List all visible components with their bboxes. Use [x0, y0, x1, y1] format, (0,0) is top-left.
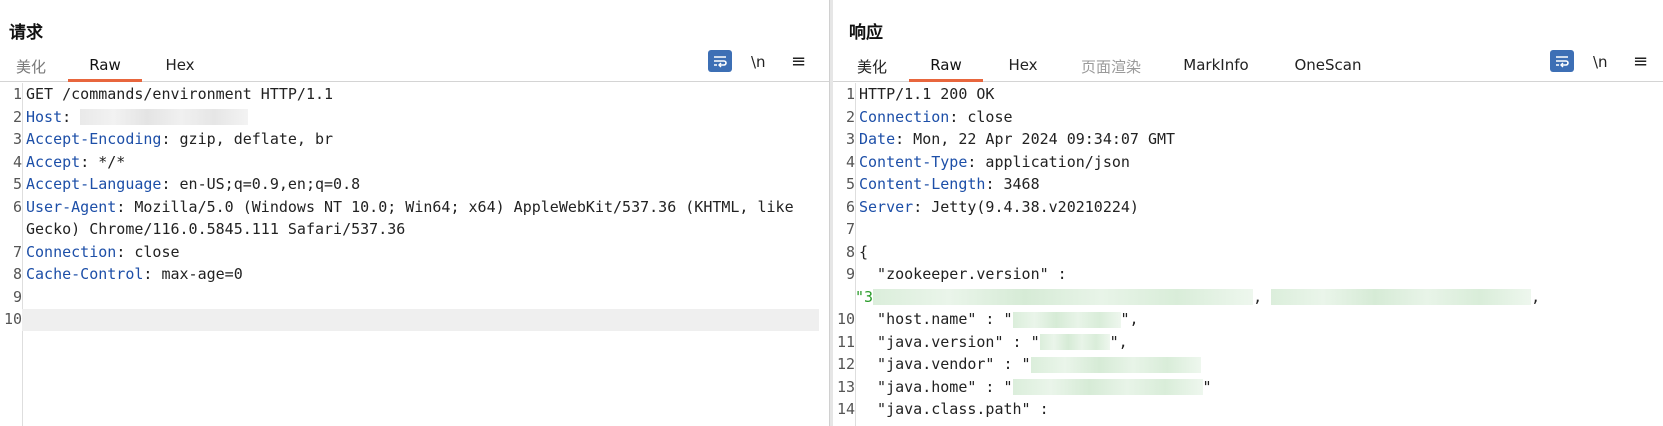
menu-icon[interactable]: ≡ [791, 50, 806, 74]
response-editor[interactable]: 1 HTTP/1.1 200 OK 2 Connection: close 3 Dat… [833, 83, 1663, 426]
code-line: 3 Date: Mon, 22 Apr 2024 09:34:07 GMT [845, 130, 1176, 148]
code-line: "3, , [855, 287, 1541, 306]
redacted-value [873, 289, 1254, 305]
request-title: 请求 [9, 23, 43, 43]
code-line: 1 HTTP/1.1 200 OK [845, 85, 995, 103]
redacted-value [1271, 289, 1532, 305]
response-title: 响应 [849, 23, 883, 43]
redacted-value [1012, 379, 1203, 395]
redacted-value [1030, 356, 1201, 373]
code-line: 6 Server: Jetty(9.4.38.v20210224) [845, 197, 1139, 216]
word-wrap-button[interactable] [708, 50, 732, 74]
code-line: 10 [3, 310, 22, 328]
word-wrap-button[interactable] [1550, 50, 1574, 74]
tab-raw[interactable]: Raw [909, 56, 983, 82]
redacted-value [1012, 311, 1121, 328]
wrap-icon [1556, 56, 1569, 68]
redacted-host [80, 109, 249, 125]
wrap-icon [714, 56, 727, 68]
newline-toggle[interactable]: \n [1593, 50, 1608, 74]
code-line: 2 Host: [0, 106, 829, 129]
response-tabs: 美化 Raw Hex 页面渲染 MarkInfo OneScan [833, 50, 1663, 82]
newline-toggle[interactable]: \n [751, 50, 766, 74]
tab-raw[interactable]: Raw [68, 56, 142, 82]
code-line: 3 Accept-Encoding: gzip, deflate, br [12, 130, 334, 148]
tab-render[interactable]: 页面渲染 [1078, 56, 1144, 82]
tab-pretty[interactable]: 美化 [14, 56, 48, 82]
request-pane: 请求 美化 Raw Hex \n ≡ 1 GET /commands/enviro… [0, 0, 829, 426]
request-tabs: 美化 Raw Hex [0, 50, 829, 82]
code-line: 7 [845, 220, 855, 238]
code-line: Gecko) Chrome/116.0.5845.111 Safari/537.… [26, 220, 406, 238]
response-pane: 响应 美化 Raw Hex 页面渲染 MarkInfo OneScan \n ≡… [833, 0, 1663, 426]
code-line: 8{ [845, 242, 869, 261]
code-line: 9 "zookeeper.version" : [845, 265, 1067, 283]
tab-pretty[interactable]: 美化 [855, 56, 889, 82]
code-line: 14 "java.class.path" : [836, 400, 1049, 418]
code-line: 7 Connection: close [12, 242, 180, 261]
menu-icon[interactable]: ≡ [1633, 50, 1648, 74]
tab-hex[interactable]: Hex [160, 56, 200, 82]
tab-onescan[interactable]: OneScan [1293, 56, 1363, 82]
code-line: 5 Content-Length: 3468 [845, 175, 1040, 193]
code-line: 6 User-Agent: Mozilla/5.0 (Windows NT 10.… [12, 197, 794, 216]
code-line: 2 Connection: close [845, 107, 1013, 126]
code-line: 13 "java.home" : " " [836, 377, 1212, 396]
tab-hex[interactable]: Hex [1003, 56, 1043, 82]
code-line: 8 Cache-Control: max-age=0 [12, 265, 243, 283]
code-line: 4 Content-Type: application/json [845, 152, 1130, 171]
code-line: 5 Accept-Language: en-US;q=0.9,en;q=0.8 [12, 175, 361, 193]
code-line: 12 "java.vendor" : " [833, 353, 1663, 376]
request-editor[interactable]: 1 GET /commands/environment HTTP/1.1 2 Hos… [0, 83, 829, 426]
code-line: 10 "host.name" : " ", [836, 310, 1139, 328]
redacted-value [1039, 334, 1110, 350]
code-line: 9 [12, 287, 22, 306]
code-line: 11 "java.version" : " ", [836, 332, 1128, 351]
code-line: 4 Accept: */* [12, 152, 126, 171]
tab-markinfo[interactable]: MarkInfo [1181, 56, 1251, 82]
code-line: 1 GET /commands/environment HTTP/1.1 [12, 85, 334, 103]
